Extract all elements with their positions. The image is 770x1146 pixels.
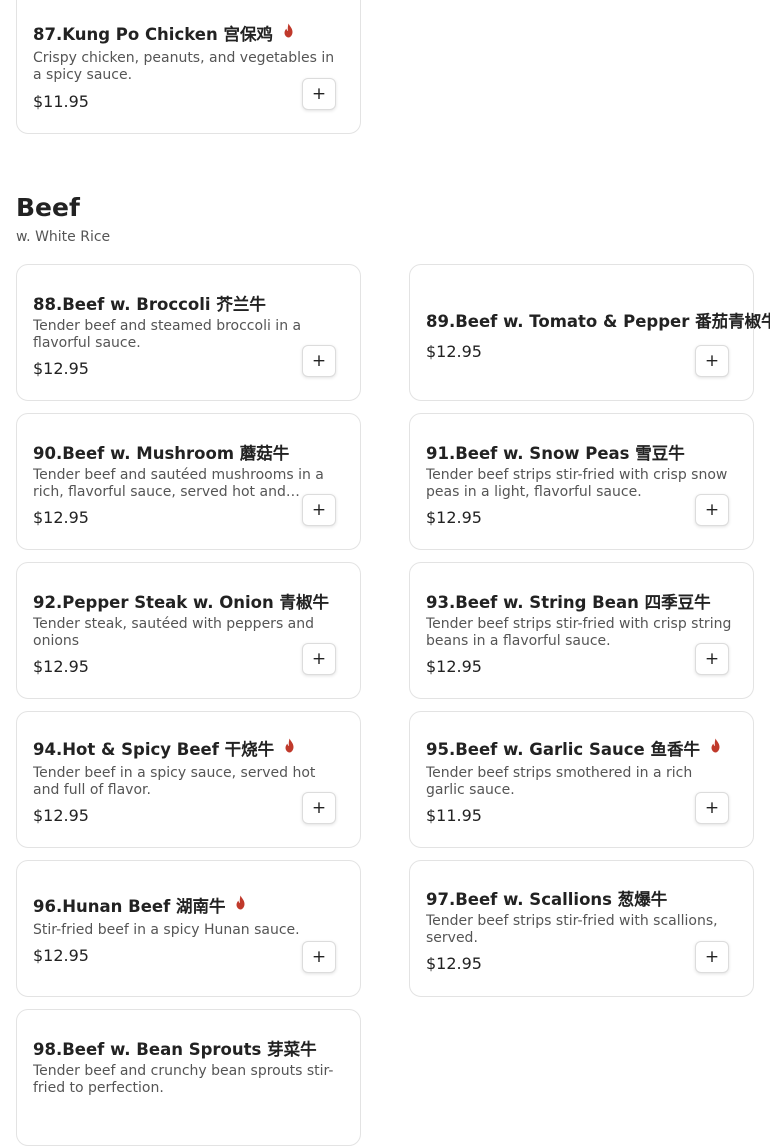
add-to-cart-button[interactable]: + [302,345,336,377]
spicy-flame-icon [283,738,296,757]
item-description: Tender beef in a spicy sauce, served hot… [33,765,316,798]
item-title: 88.Beef w. Broccoli 芥兰牛 [33,295,266,314]
item-title: 87.Kung Po Chicken 宫保鸡 [33,25,273,44]
add-to-cart-button[interactable]: + [695,494,729,526]
item-description: Tender beef and sautéed mushrooms in a r… [33,467,324,500]
item-title: 93.Beef w. String Bean 四季豆牛 [426,593,711,612]
item-price: $11.95 [426,806,482,825]
menu-item-card[interactable]: 96.Hunan Beef 湖南牛 Stir-fried beef in a s… [16,860,361,997]
menu-item-card[interactable]: 89.Beef w. Tomato & Pepper 番茄青椒牛 $12.95 … [409,264,770,401]
item-description: Tender beef strips stir-fried with crisp… [426,467,728,500]
add-to-cart-button[interactable]: + [302,941,336,973]
item-description: Crispy chicken, peanuts, and vegetables … [33,50,335,83]
item-description: Tender beef strips stir-fried with scall… [426,913,718,946]
menu-item-card[interactable]: 91.Beef w. Snow Peas 雪豆牛 Tender beef str… [409,413,754,550]
item-price: $12.95 [426,508,482,527]
section-subtitle: w. White Rice [16,229,111,245]
item-price: $12.95 [426,342,482,361]
menu-item-card[interactable]: 94.Hot & Spicy Beef 干烧牛 Tender beef in a… [16,711,361,848]
add-to-cart-button[interactable]: + [695,941,729,973]
add-to-cart-button[interactable]: + [695,345,729,377]
item-price: $12.95 [426,657,482,676]
item-title: 92.Pepper Steak w. Onion 青椒牛 [33,593,329,612]
spicy-flame-icon [282,23,295,42]
item-description: Tender beef strips smothered in a rich g… [426,765,693,798]
item-price: $12.95 [33,359,89,378]
add-to-cart-button[interactable]: + [302,78,336,110]
menu-item-card[interactable]: 97.Beef w. Scallions 葱爆牛 Tender beef str… [409,860,754,997]
item-price: $12.95 [33,946,89,965]
menu-item-card[interactable]: 93.Beef w. String Bean 四季豆牛 Tender beef … [409,562,754,699]
add-to-cart-button[interactable]: + [695,643,729,675]
item-title: 96.Hunan Beef 湖南牛 [33,897,226,916]
item-title: 94.Hot & Spicy Beef 干烧牛 [33,740,275,759]
item-title: 95.Beef w. Garlic Sauce 鱼香牛 [426,740,700,759]
item-price: $12.95 [33,508,89,527]
add-to-cart-button[interactable]: + [695,792,729,824]
add-to-cart-button[interactable]: + [302,643,336,675]
menu-item-card[interactable]: 98.Beef w. Bean Sprouts 芽菜牛 Tender beef … [16,1009,361,1146]
item-price: $11.95 [33,92,89,111]
menu-item-card[interactable]: 92.Pepper Steak w. Onion 青椒牛 Tender stea… [16,562,361,699]
menu-item-card[interactable]: 90.Beef w. Mushroom 蘑菇牛 Tender beef and … [16,413,361,550]
item-price: $12.95 [33,806,89,825]
item-title: 91.Beef w. Snow Peas 雪豆牛 [426,444,685,463]
add-to-cart-button[interactable]: + [302,494,336,526]
item-title: 89.Beef w. Tomato & Pepper 番茄青椒牛 [426,312,770,331]
item-title: 98.Beef w. Bean Sprouts 芽菜牛 [33,1040,317,1059]
item-description: Tender beef strips stir-fried with crisp… [426,616,732,649]
item-description: Tender beef and steamed broccoli in a fl… [33,318,302,351]
menu-item-card[interactable]: 87.Kung Po Chicken 宫保鸡 Crispy chicken, p… [16,0,361,134]
spicy-flame-icon [234,895,247,914]
menu-item-card[interactable]: 88.Beef w. Broccoli 芥兰牛 Tender beef and … [16,264,361,401]
item-description: Tender beef and crunchy bean sprouts sti… [33,1063,334,1096]
item-price: $12.95 [33,657,89,676]
add-to-cart-button[interactable]: + [302,792,336,824]
item-description: Stir-fried beef in a spicy Hunan sauce. [33,922,300,938]
section-title: Beef [16,193,80,222]
item-title: 97.Beef w. Scallions 葱爆牛 [426,890,668,909]
item-price: $12.95 [426,954,482,973]
item-title: 90.Beef w. Mushroom 蘑菇牛 [33,444,290,463]
item-description: Tender steak, sautéed with peppers and o… [33,616,315,649]
menu-item-card[interactable]: 95.Beef w. Garlic Sauce 鱼香牛 Tender beef … [409,711,754,848]
spicy-flame-icon [709,738,722,757]
